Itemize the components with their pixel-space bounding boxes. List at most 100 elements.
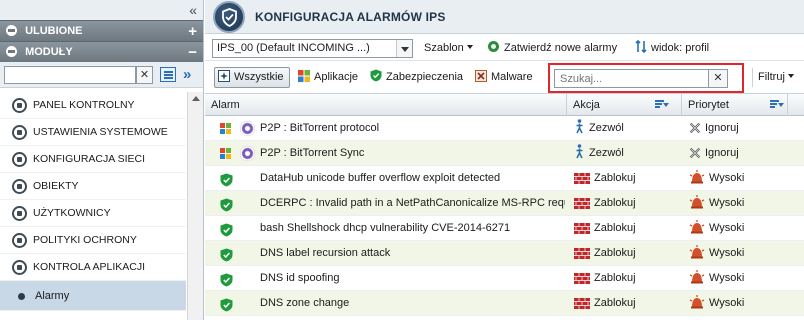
action-cell[interactable]: Zablokuj [574,266,684,291]
collapse-sidebar-icon[interactable]: « [189,2,197,18]
bullet-icon [18,293,25,300]
sidebar-item-app-control[interactable]: KONTROLA APLIKACJI [0,254,186,281]
shield-icon [370,69,382,82]
table-row[interactable]: bash Shellshock dhcp vulnerability CVE-2… [205,216,804,241]
action-cell[interactable]: Zablokuj [574,216,684,241]
title-bar: KONFIGURACJA ALARMÓW IPS [205,0,804,34]
walking-person-icon [574,119,585,141]
brick-wall-icon [574,194,590,216]
column-header-priority[interactable]: Priorytet [682,94,788,116]
shield-icon [220,247,233,262]
policy-select-value: IPS_00 (Default INCOMING ...) [217,42,370,54]
sidebar-collapse-bar: « [0,0,203,20]
chevron-down-icon [396,40,412,57]
sidebar-subitem-alarms[interactable]: Alarmy [0,281,186,311]
priority-cell[interactable]: Wysoki [689,241,789,266]
module-nav: PANEL KONTROLNY USTAWIENIA SYSTEMOWE KON… [0,92,186,311]
column-header-label: Alarm [211,99,240,111]
sidebar-item-network[interactable]: KONFIGURACJA SIECI [0,146,186,173]
table-row[interactable]: DNS zone change Zablokuj Wysoki [205,291,804,316]
expand-menu-icon[interactable]: » [183,66,191,83]
alarm-name: DCERPC : Invalid path in a NetPathCanoni… [260,197,565,209]
action-label: Zablokuj [594,197,636,209]
sidebar-scrollbar[interactable] [187,92,203,320]
search-input[interactable] [554,69,709,88]
filter-menu-button[interactable]: Filtruj [752,68,794,87]
priority-label: Ignoruj [705,147,739,159]
swap-arrows-icon [635,39,647,60]
policy-select[interactable]: IPS_00 (Default INCOMING ...) [212,39,413,58]
sidebar-item-policies[interactable]: POLITYKI OCHRONY [0,227,186,254]
table-row[interactable]: P2P : BitTorrent Sync Zezwól Ignoruj [205,141,804,166]
brick-wall-icon [574,244,590,266]
ignore-x-icon [689,119,701,141]
action-cell[interactable]: Zablokuj [574,166,684,191]
priority-cell[interactable]: Ignoruj [689,116,789,141]
alarm-bell-icon [689,269,705,291]
sidebar-item-label: KONTROLA APLIKACJI [33,261,146,273]
brick-wall-icon [574,169,590,191]
caret-down-icon [787,74,794,78]
priority-cell[interactable]: Wysoki [689,166,789,191]
sidebar-item-objects[interactable]: OBIEKTY [0,173,186,200]
table-row[interactable]: DNS label recursion attack Zablokuj Wysoki [205,241,804,266]
column-header-action[interactable]: Akcja [567,94,682,116]
table-row[interactable]: DCERPC : Invalid path in a NetPathCanoni… [205,191,804,216]
filter-security-button[interactable]: Zabezpieczenia [366,67,469,88]
priority-cell[interactable]: Ignoruj [689,141,789,166]
scroll-up-icon[interactable] [192,96,200,101]
collapse-modules-icon[interactable]: − [188,42,197,63]
column-menu-icon[interactable] [770,100,784,109]
alarm-name: P2P : BitTorrent Sync [260,147,365,159]
filter-all-button[interactable]: Wszystkie [214,67,290,88]
policy-icon [12,233,27,248]
sidebar-item-system-settings[interactable]: USTAWIENIA SYSTEMOWE [0,119,186,146]
alarm-bell-icon [689,194,705,216]
sidebar-search-input[interactable] [4,66,136,84]
alarm-name: DNS label recursion attack [260,247,391,259]
action-cell[interactable]: Zablokuj [574,241,684,266]
action-cell[interactable]: Zablokuj [574,291,684,316]
favorites-label: ULUBIONE [25,25,83,37]
priority-cell[interactable]: Wysoki [689,291,789,316]
clear-search-icon[interactable]: ✕ [708,69,728,88]
modules-header[interactable]: MODUŁY − [0,41,203,62]
view-profile-button[interactable]: widok: profil [635,39,709,58]
alarm-name: P2P : BitTorrent protocol [260,122,380,134]
filter-apps-button[interactable]: Aplikacje [294,67,364,88]
users-icon [12,206,27,221]
alarm-name: DNS zone change [260,297,350,309]
column-header-alarm[interactable]: Alarm [205,94,567,116]
sidebar-item-dashboard[interactable]: PANEL KONTROLNY [0,92,186,119]
template-menu-button[interactable]: Szablon [424,39,473,58]
table-row[interactable]: P2P : BitTorrent protocol Zezwól Ignoruj [205,116,804,141]
alarm-bell-icon [689,294,705,316]
favorites-header[interactable]: ULUBIONE + [0,20,203,41]
objects-icon [12,179,27,194]
clear-search-icon[interactable]: ✕ [136,66,153,84]
sidebar-item-label: USTAWIENIA SYSTEMOWE [33,126,168,138]
priority-cell[interactable]: Wysoki [689,191,789,216]
filter-malware-button[interactable]: Malware [471,67,539,88]
add-favorite-icon[interactable]: + [188,21,197,42]
priority-label: Wysoki [709,172,745,184]
grid-header: Alarm Akcja Priorytet [205,94,804,116]
table-row[interactable]: DNS id spoofing Zablokuj Wysoki [205,266,804,291]
sidebar-item-users[interactable]: UŻYTKOWNICY [0,200,186,227]
action-cell[interactable]: Zezwól [574,141,684,166]
action-label: Zablokuj [594,172,636,184]
priority-cell[interactable]: Wysoki [689,266,789,291]
column-menu-icon[interactable] [655,100,669,109]
list-view-icon[interactable] [160,67,176,82]
system-settings-icon [12,125,27,140]
sidebar-item-label: OBIEKTY [33,180,79,192]
modules-label: MODUŁY [25,46,73,58]
action-cell[interactable]: Zablokuj [574,191,684,216]
p2p-icon [240,146,255,161]
action-cell[interactable]: Zezwól [574,116,684,141]
sidebar-subitem-label: Alarmy [35,290,70,302]
priority-cell[interactable]: Wysoki [689,216,789,241]
action-label: Zezwól [589,122,624,134]
table-row[interactable]: DataHub unicode buffer overflow exploit … [205,166,804,191]
approve-alarms-button[interactable]: Zatwierdź nowe alarmy [487,39,617,58]
